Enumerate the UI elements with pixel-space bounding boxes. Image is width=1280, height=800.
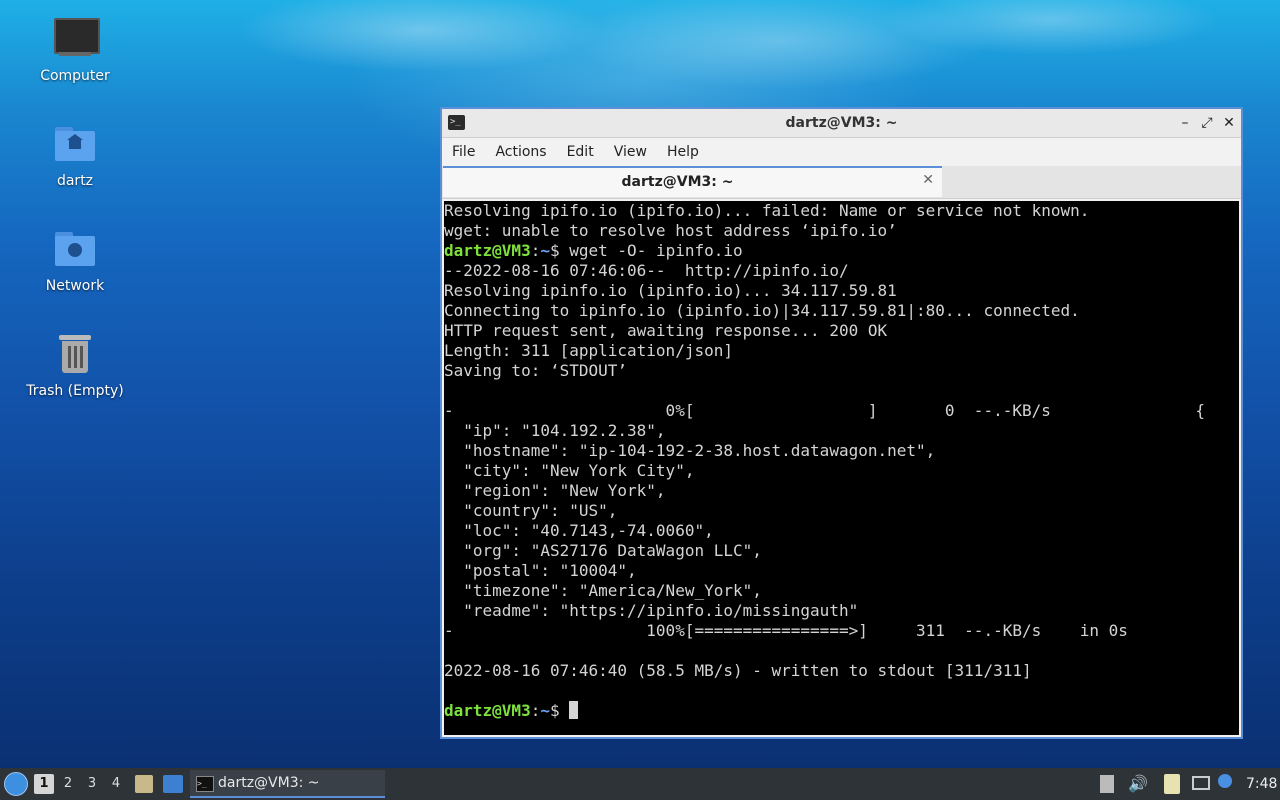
- terminal-line: wget: unable to resolve host address ‘ip…: [444, 221, 897, 240]
- tab-terminal[interactable]: dartz@VM3: ~ ✕: [443, 166, 942, 197]
- start-menu-button[interactable]: [4, 772, 28, 796]
- menu-edit[interactable]: Edit: [567, 144, 594, 160]
- terminal-line: "org": "AS27176 DataWagon LLC",: [444, 541, 762, 560]
- terminal-line: "timezone": "America/New_York",: [444, 581, 762, 600]
- tab-close-icon[interactable]: ✕: [922, 172, 934, 188]
- prompt-dollar: $: [549, 241, 560, 260]
- home-folder-icon: [51, 121, 99, 169]
- desktop-icon-network[interactable]: Network: [15, 226, 135, 294]
- terminal-line: "city": "New York City",: [444, 461, 695, 480]
- clock[interactable]: 7:48: [1246, 768, 1277, 800]
- workspace-3[interactable]: 3: [82, 774, 102, 794]
- computer-icon: [51, 16, 100, 64]
- menu-file[interactable]: File: [452, 144, 475, 160]
- terminal-line: --2022-08-16 07:46:06-- http://ipinfo.io…: [444, 261, 849, 280]
- terminal-line: Connecting to ipinfo.io (ipinfo.io)|34.1…: [444, 301, 1080, 320]
- tab-bar: dartz@VM3: ~ ✕: [442, 166, 1241, 199]
- prompt-path: ~: [540, 701, 550, 720]
- terminal-line: "hostname": "ip-104-192-2-38.host.datawa…: [444, 441, 936, 460]
- eject-icon[interactable]: [1100, 775, 1114, 793]
- workspace-2[interactable]: 2: [58, 774, 78, 794]
- terminal-line: "country": "US",: [444, 501, 618, 520]
- desktop-icon-label: dartz: [56, 173, 94, 189]
- taskbar-task-label: dartz@VM3: ~: [218, 775, 320, 791]
- maximize-button[interactable]: ⤢: [1197, 113, 1217, 133]
- desktop-icon-label: Computer: [40, 68, 110, 84]
- terminal-line: - 0%[ ] 0 --.-KB/s {: [444, 401, 1205, 420]
- volume-icon[interactable]: 🔊: [1128, 774, 1148, 794]
- terminal-line: Resolving ipinfo.io (ipinfo.io)... 34.11…: [444, 281, 897, 300]
- menu-help[interactable]: Help: [667, 144, 699, 160]
- file-manager-icon[interactable]: [135, 775, 153, 793]
- terminal-line: "ip": "104.192.2.38",: [444, 421, 666, 440]
- terminal-line: "postal": "10004",: [444, 561, 637, 580]
- clipboard-icon[interactable]: [1164, 774, 1180, 794]
- prompt-user: dartz@VM3: [444, 241, 531, 260]
- notification-icon[interactable]: [1218, 774, 1232, 788]
- terminal-line: Saving to: ‘STDOUT’: [444, 361, 628, 380]
- network-folder-icon: [51, 226, 99, 274]
- terminal-prompt-line: dartz@VM3:~$: [444, 701, 1239, 721]
- desktop-icon-label: Network: [45, 278, 105, 294]
- window-titlebar[interactable]: >_ dartz@VM3: ~ – ⤢ ✕: [442, 109, 1241, 138]
- tab-title: dartz@VM3: ~: [621, 174, 734, 190]
- show-desktop-icon[interactable]: [163, 775, 183, 793]
- terminal-line: Resolving ipifo.io (ipifo.io)... failed:…: [444, 201, 1090, 220]
- taskbar-terminal-button[interactable]: >_ dartz@VM3: ~: [190, 770, 385, 798]
- terminal-task-icon: >_: [196, 776, 214, 792]
- terminal-line: - 100%[================>] 311 --.-KB/s i…: [444, 621, 1128, 640]
- taskbar: 1 2 3 4 >_ dartz@VM3: ~ 🔊 7:48: [0, 768, 1280, 800]
- terminal-line: "region": "New York",: [444, 481, 666, 500]
- terminal-prompt-line: dartz@VM3:~$ wget -O- ipinfo.io: [444, 241, 743, 260]
- terminal-line: 2022-08-16 07:46:40 (58.5 MB/s) - writte…: [444, 661, 1032, 680]
- menu-view[interactable]: View: [614, 144, 647, 160]
- desktop-icon-label: Trash (Empty): [26, 383, 124, 399]
- terminal-line: Length: 311 [application/json]: [444, 341, 733, 360]
- menu-actions[interactable]: Actions: [495, 144, 546, 160]
- terminal-line: "loc": "40.7143,-74.0060",: [444, 521, 714, 540]
- desktop-icon-computer[interactable]: Computer: [15, 16, 135, 84]
- prompt-path: ~: [540, 241, 550, 260]
- close-button[interactable]: ✕: [1219, 113, 1239, 133]
- network-status-icon[interactable]: [1192, 776, 1210, 790]
- workspace-4[interactable]: 4: [106, 774, 126, 794]
- terminal-line: HTTP request sent, awaiting response... …: [444, 321, 888, 340]
- terminal-line: "readme": "https://ipinfo.io/missingauth…: [444, 601, 859, 620]
- command-text: wget -O- ipinfo.io: [559, 241, 743, 260]
- window-title: dartz@VM3: ~: [785, 115, 898, 131]
- start-menu-icon: [4, 772, 28, 796]
- desktop-icon-trash[interactable]: Trash (Empty): [15, 331, 135, 399]
- terminal-output[interactable]: Resolving ipifo.io (ipifo.io)... failed:…: [444, 201, 1239, 735]
- terminal-window: >_ dartz@VM3: ~ – ⤢ ✕ File Actions Edit …: [440, 107, 1243, 739]
- workspace-1[interactable]: 1: [34, 774, 54, 794]
- terminal-cursor: [569, 701, 579, 719]
- trash-icon: [51, 331, 99, 379]
- minimize-button[interactable]: –: [1175, 113, 1195, 133]
- desktop-icon-home-folder[interactable]: dartz: [15, 121, 135, 189]
- prompt-user: dartz@VM3: [444, 701, 531, 720]
- prompt-dollar: $: [549, 701, 560, 720]
- menu-bar: File Actions Edit View Help: [442, 138, 1241, 166]
